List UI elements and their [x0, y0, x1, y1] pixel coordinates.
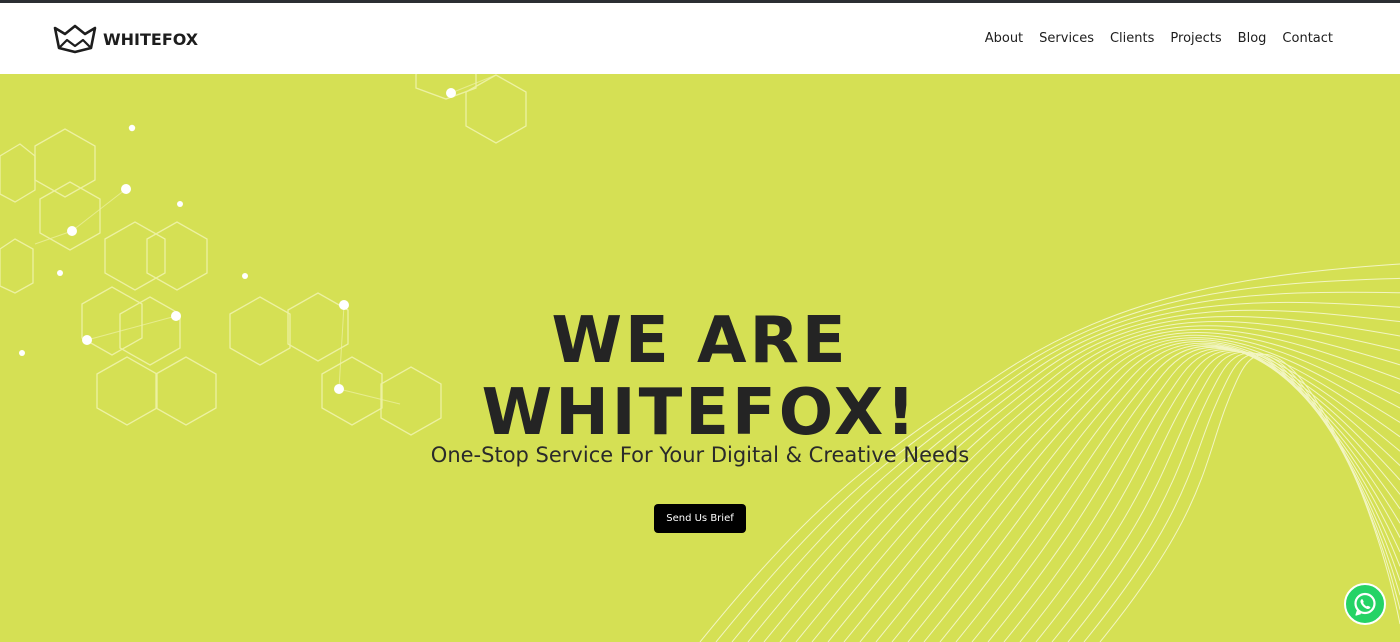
nav-about[interactable]: About — [985, 29, 1023, 49]
nav-clients[interactable]: Clients — [1110, 29, 1154, 49]
hero-title: WE ARE WHITEFOX! — [0, 305, 1400, 449]
nav-contact[interactable]: Contact — [1282, 29, 1333, 49]
logo[interactable]: WHITEFOX — [53, 23, 198, 55]
navbar: WHITEFOX About Services Clients Projects… — [0, 3, 1400, 74]
nav-projects[interactable]: Projects — [1170, 29, 1221, 49]
nav-services[interactable]: Services — [1039, 29, 1094, 49]
hero-title-line-1: WE ARE — [551, 303, 849, 378]
whatsapp-icon — [1354, 592, 1376, 616]
nav-blog[interactable]: Blog — [1238, 29, 1267, 49]
page: WHITEFOX About Services Clients Projects… — [0, 0, 1400, 642]
hero-title-line-2: WHITEFOX! — [481, 375, 919, 450]
main-nav: About Services Clients Projects Blog Con… — [969, 29, 1333, 49]
hero-subtitle: One-Stop Service For Your Digital & Crea… — [430, 443, 970, 467]
fox-logo-icon — [53, 24, 97, 54]
hero-section: WE ARE WHITEFOX! One-Stop Service For Yo… — [0, 74, 1400, 642]
whatsapp-button[interactable] — [1344, 583, 1386, 625]
logo-text: WHITEFOX — [103, 29, 199, 49]
send-brief-button[interactable]: Send Us Brief — [654, 504, 746, 533]
